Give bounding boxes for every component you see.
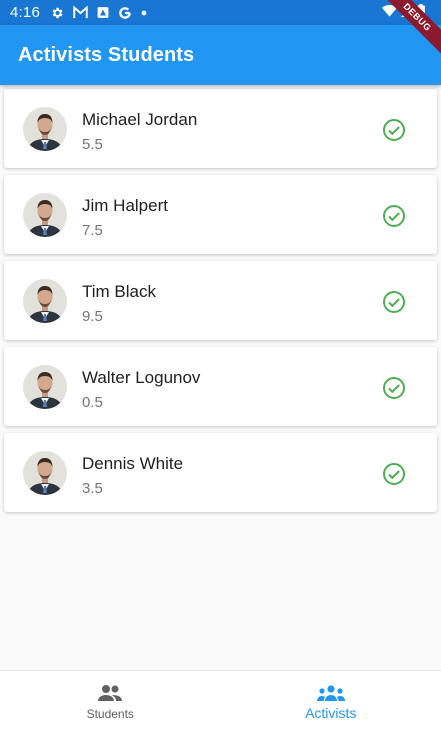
student-name: Dennis White xyxy=(82,454,184,473)
list-item[interactable]: Dennis White 3.5 xyxy=(4,433,437,512)
page-title: Activists Students xyxy=(18,43,195,66)
list-item[interactable]: Tim Black 9.5 xyxy=(4,261,437,340)
gmail-icon xyxy=(73,6,88,19)
avatar xyxy=(23,107,67,151)
nav-item-students[interactable]: Students xyxy=(0,671,221,729)
student-info: Michael Jordan 5.5 xyxy=(82,110,197,153)
dot-icon xyxy=(141,10,147,16)
student-score: 5.5 xyxy=(82,136,103,153)
list-item[interactable]: Jim Halpert 7.5 xyxy=(4,175,437,254)
nav-item-activists[interactable]: Activists xyxy=(221,671,441,729)
avatar xyxy=(23,451,67,495)
status-bar: 4:16 xyxy=(0,0,441,25)
notification-icon xyxy=(97,6,109,19)
list-item[interactable]: Walter Logunov 0.5 xyxy=(4,347,437,426)
student-name: Jim Halpert xyxy=(82,196,168,215)
student-score: 7.5 xyxy=(82,222,103,239)
app-bar: Activists Students xyxy=(0,25,441,85)
list-item[interactable]: Michael Jordan 5.5 xyxy=(4,89,437,168)
status-time: 4:16 xyxy=(10,4,40,21)
check-circle-icon xyxy=(382,118,406,142)
student-info: Tim Black 9.5 xyxy=(82,282,156,325)
settings-icon xyxy=(50,6,64,20)
nav-label-activists: Activists xyxy=(305,705,357,721)
student-info: Jim Halpert 7.5 xyxy=(82,196,168,239)
student-name: Michael Jordan xyxy=(82,110,198,129)
bottom-navigation: Students Activists xyxy=(0,670,441,729)
student-info: Walter Logunov 0.5 xyxy=(82,368,200,411)
avatar xyxy=(23,365,67,409)
status-icons xyxy=(50,6,147,20)
student-score: 9.5 xyxy=(82,308,103,325)
google-icon xyxy=(118,6,132,20)
student-score: 3.5 xyxy=(82,480,103,497)
app-screen: 4:16 DEBUG Activists Students Michael Jo… xyxy=(0,0,441,729)
check-circle-icon xyxy=(382,376,406,400)
check-circle-icon xyxy=(382,462,406,486)
nav-label-students: Students xyxy=(86,707,134,721)
groups-icon xyxy=(316,684,345,702)
check-circle-icon xyxy=(382,204,406,228)
student-score: 0.5 xyxy=(82,394,103,411)
student-name: Walter Logunov xyxy=(82,368,201,387)
avatar xyxy=(23,279,67,323)
student-name: Tim Black xyxy=(82,282,156,301)
check-circle-icon xyxy=(382,290,406,314)
avatar xyxy=(23,193,67,237)
student-info: Dennis White 3.5 xyxy=(82,454,183,497)
people-icon xyxy=(97,684,123,702)
